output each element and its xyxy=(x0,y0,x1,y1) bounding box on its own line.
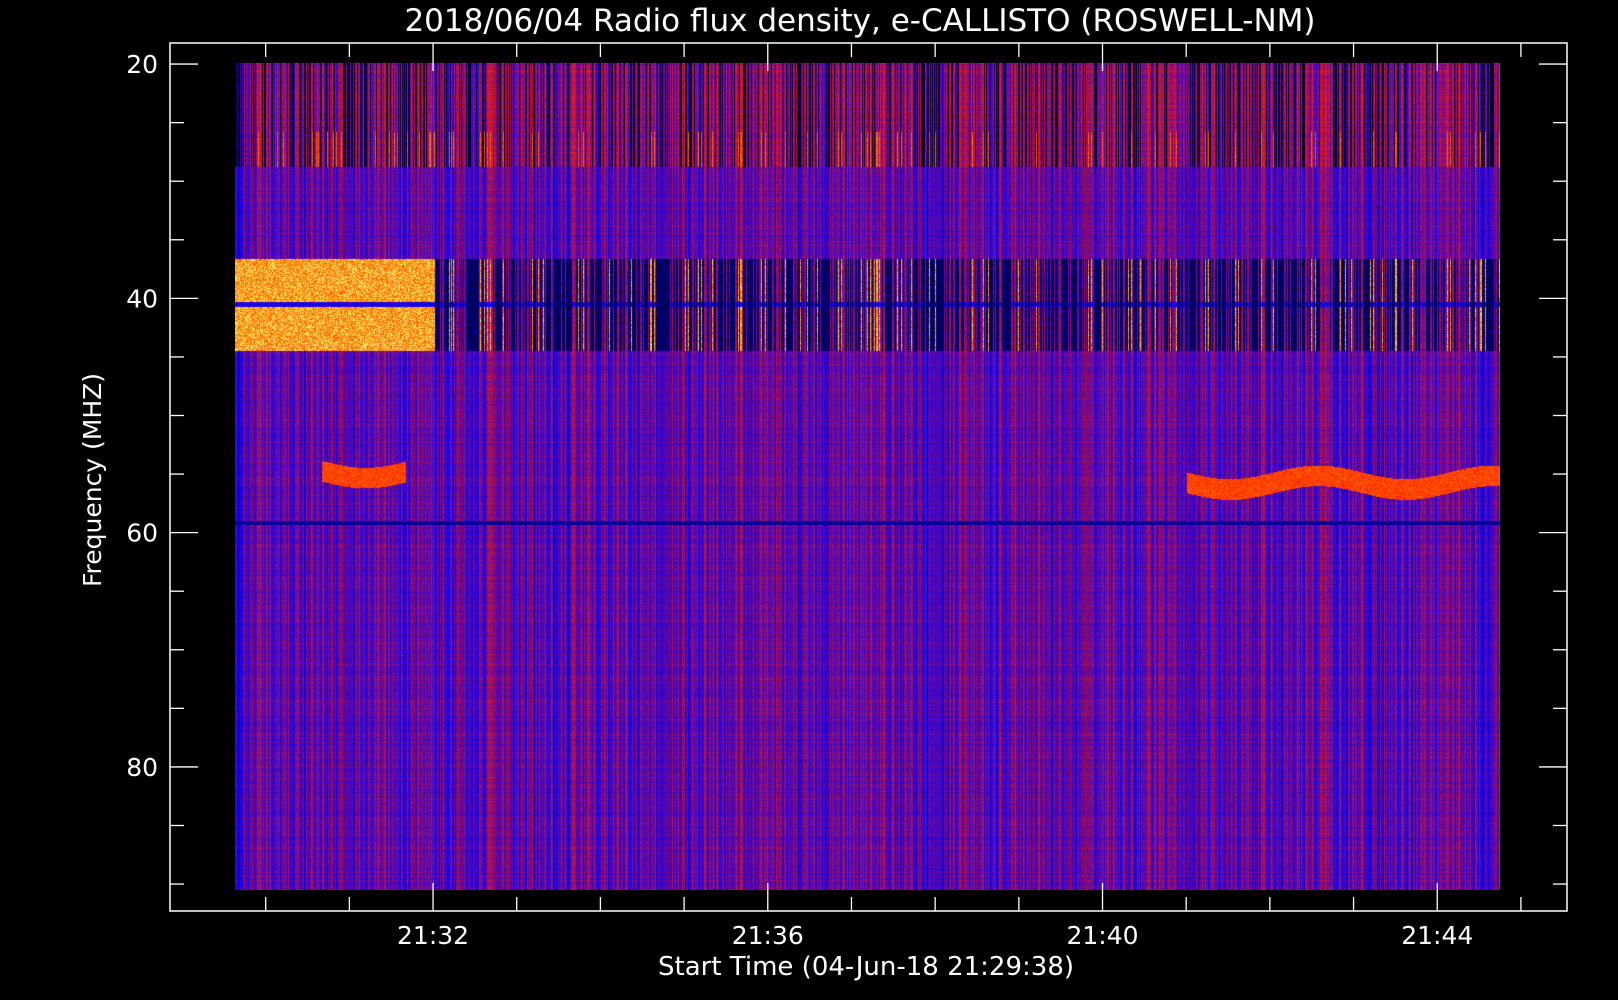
y-tick-label: 40 xyxy=(126,284,158,313)
x-tick-label: 21:32 xyxy=(397,921,469,950)
y-tick-label: 80 xyxy=(126,753,158,782)
plot-area xyxy=(169,42,1568,912)
spectrogram-heatmap xyxy=(235,63,1500,890)
x-axis-label: Start Time (04-Jun-18 21:29:38) xyxy=(658,952,1074,982)
x-tick-label: 21:40 xyxy=(1066,921,1138,950)
spectrogram-figure: 2018/06/04 Radio flux density, e-CALLIST… xyxy=(0,0,1618,1000)
y-tick-label: 60 xyxy=(126,519,158,548)
y-tick-label: 20 xyxy=(126,50,158,79)
chart-title: 2018/06/04 Radio flux density, e-CALLIST… xyxy=(404,3,1315,39)
x-tick-label: 21:44 xyxy=(1401,921,1473,950)
y-axis-label: Frequency (MHZ) xyxy=(78,373,107,587)
x-tick-label: 21:36 xyxy=(732,921,804,950)
